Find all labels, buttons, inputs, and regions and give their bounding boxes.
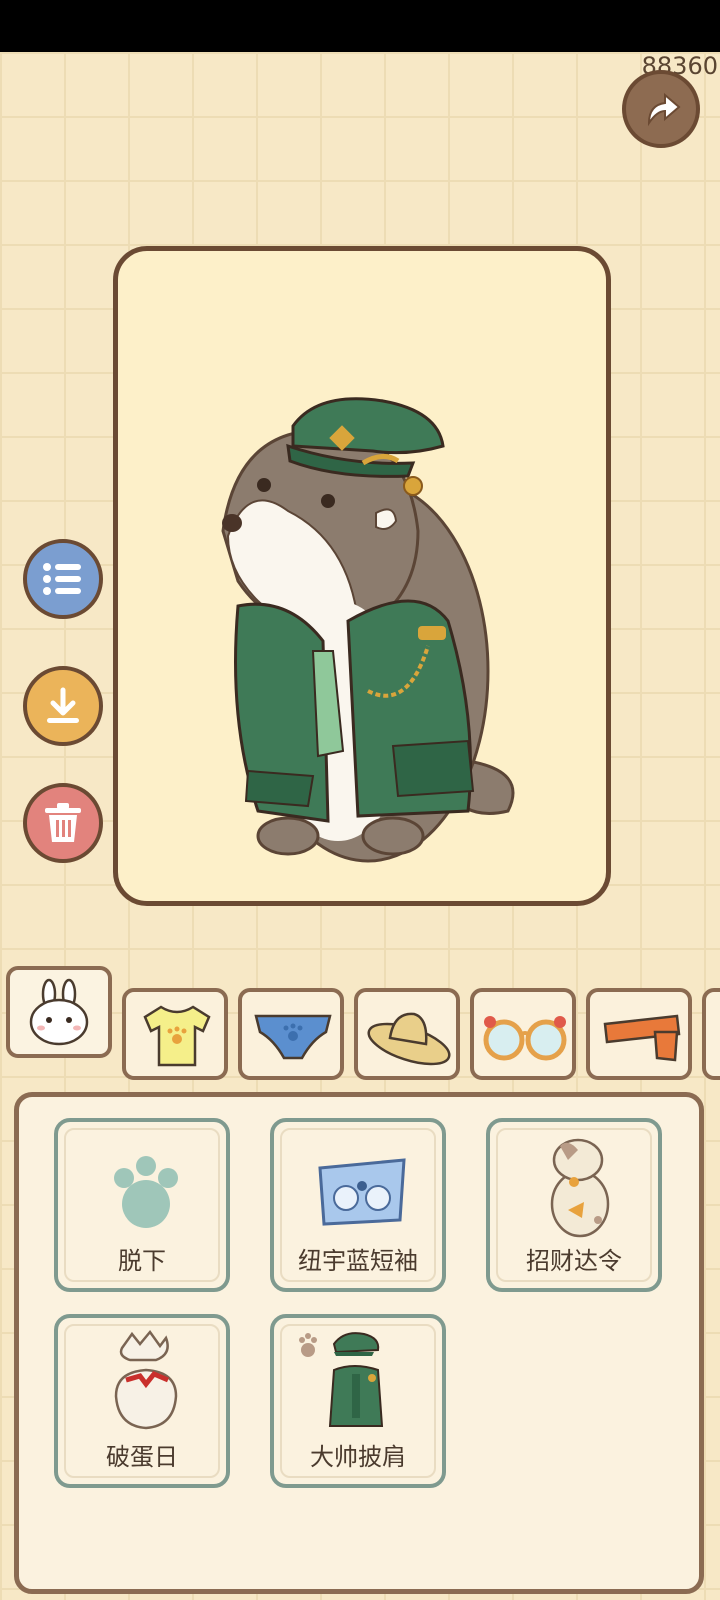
tab-hats[interactable] (354, 988, 460, 1080)
tab-underwear[interactable] (238, 988, 344, 1080)
tshirt-icon (143, 1005, 211, 1067)
otter-character (221, 397, 515, 863)
share-button[interactable] (622, 70, 700, 148)
item-label: 脱下 (118, 1247, 166, 1275)
glasses-icon (483, 1016, 567, 1061)
tab-accessories[interactable] (470, 988, 576, 1080)
list-icon (43, 563, 81, 595)
straw-hat-icon (367, 1012, 451, 1066)
blue-shirt-icon (318, 1158, 406, 1226)
paw-icon (114, 1156, 178, 1228)
scarf-icon (603, 1014, 681, 1062)
list-button[interactable] (23, 539, 103, 619)
tab-character[interactable] (6, 966, 112, 1058)
lucky-cat-costume-icon (550, 1138, 610, 1238)
delete-button[interactable] (23, 783, 103, 863)
character-stage (113, 246, 611, 906)
item-label: 大帅披肩 (310, 1443, 406, 1471)
share-arrow-icon (647, 92, 681, 127)
item-lucky-cat[interactable]: 招财达令 (486, 1118, 662, 1292)
download-button[interactable] (23, 666, 103, 746)
eggshell-icon (114, 1329, 178, 1430)
underpants-icon (254, 1014, 332, 1060)
tab-scarves[interactable] (586, 988, 692, 1080)
item-label: 纽宇蓝短袖 (298, 1247, 418, 1275)
rabbit-icon (29, 978, 89, 1046)
item-military-cape[interactable]: 大帅披肩 (270, 1314, 446, 1488)
item-label: 招财达令 (526, 1247, 622, 1275)
military-cape-icon (299, 1332, 384, 1427)
tab-more[interactable] (702, 988, 720, 1080)
item-label: 破蛋日 (106, 1443, 178, 1471)
item-eggshell[interactable]: 破蛋日 (54, 1314, 230, 1488)
download-icon (47, 687, 79, 723)
item-remove[interactable]: 脱下 (54, 1118, 230, 1292)
trash-icon (45, 803, 81, 842)
item-blue-shirt[interactable]: 纽宇蓝短袖 (270, 1118, 446, 1292)
status-bar (0, 0, 720, 52)
tab-tops[interactable] (122, 988, 228, 1080)
